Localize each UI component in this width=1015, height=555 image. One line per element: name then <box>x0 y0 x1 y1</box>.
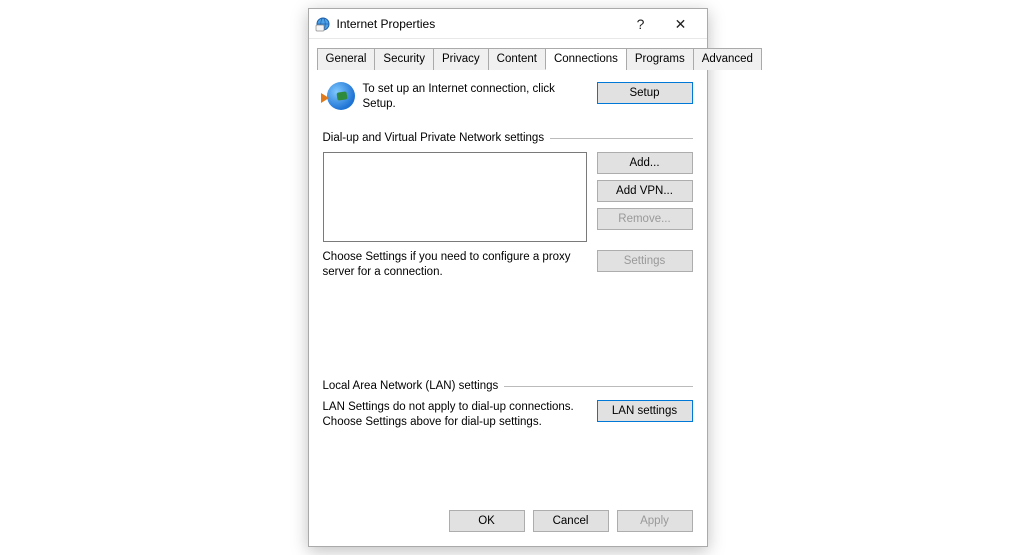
dialup-row: Add... Add VPN... Remove... <box>323 152 693 242</box>
proxy-settings-text: Choose Settings if you need to configure… <box>323 250 587 280</box>
tab-content[interactable]: Content <box>488 48 546 70</box>
tab-general[interactable]: General <box>317 48 376 70</box>
dialup-group-label: Dial-up and Virtual Private Network sett… <box>323 132 693 144</box>
apply-button: Apply <box>617 510 693 532</box>
internet-properties-dialog: Internet Properties ? ✕ General Security… <box>308 8 708 547</box>
cancel-button[interactable]: Cancel <box>533 510 609 532</box>
tab-connections[interactable]: Connections <box>545 48 627 70</box>
remove-button: Remove... <box>597 208 693 230</box>
setup-section: To set up an Internet connection, click … <box>323 82 693 114</box>
tab-advanced[interactable]: Advanced <box>693 48 762 70</box>
globe-arrow-icon <box>323 82 355 114</box>
window-title: Internet Properties <box>337 17 621 31</box>
tab-content-panel: To set up an Internet connection, click … <box>309 70 707 500</box>
help-button[interactable]: ? <box>621 9 661 39</box>
lan-row: LAN Settings do not apply to dial-up con… <box>323 400 693 430</box>
tab-privacy[interactable]: Privacy <box>433 48 489 70</box>
dialup-button-column: Add... Add VPN... Remove... <box>597 152 693 242</box>
dialup-listbox[interactable] <box>323 152 587 242</box>
lan-settings-button[interactable]: LAN settings <box>597 400 693 422</box>
tab-security[interactable]: Security <box>374 48 434 70</box>
settings-button: Settings <box>597 250 693 272</box>
lan-text: LAN Settings do not apply to dial-up con… <box>323 400 587 430</box>
ok-button[interactable]: OK <box>449 510 525 532</box>
setup-text: To set up an Internet connection, click … <box>363 82 589 112</box>
internet-options-icon <box>315 16 331 32</box>
add-button[interactable]: Add... <box>597 152 693 174</box>
close-button[interactable]: ✕ <box>661 9 701 39</box>
tab-programs[interactable]: Programs <box>626 48 694 70</box>
tab-strip: General Security Privacy Content Connect… <box>317 47 699 70</box>
proxy-settings-row: Choose Settings if you need to configure… <box>323 250 693 280</box>
dialog-footer: OK Cancel Apply <box>309 500 707 546</box>
setup-button[interactable]: Setup <box>597 82 693 104</box>
lan-group-label: Local Area Network (LAN) settings <box>323 380 693 392</box>
titlebar: Internet Properties ? ✕ <box>309 9 707 39</box>
lan-section: Local Area Network (LAN) settings LAN Se… <box>323 380 693 430</box>
add-vpn-button[interactable]: Add VPN... <box>597 180 693 202</box>
